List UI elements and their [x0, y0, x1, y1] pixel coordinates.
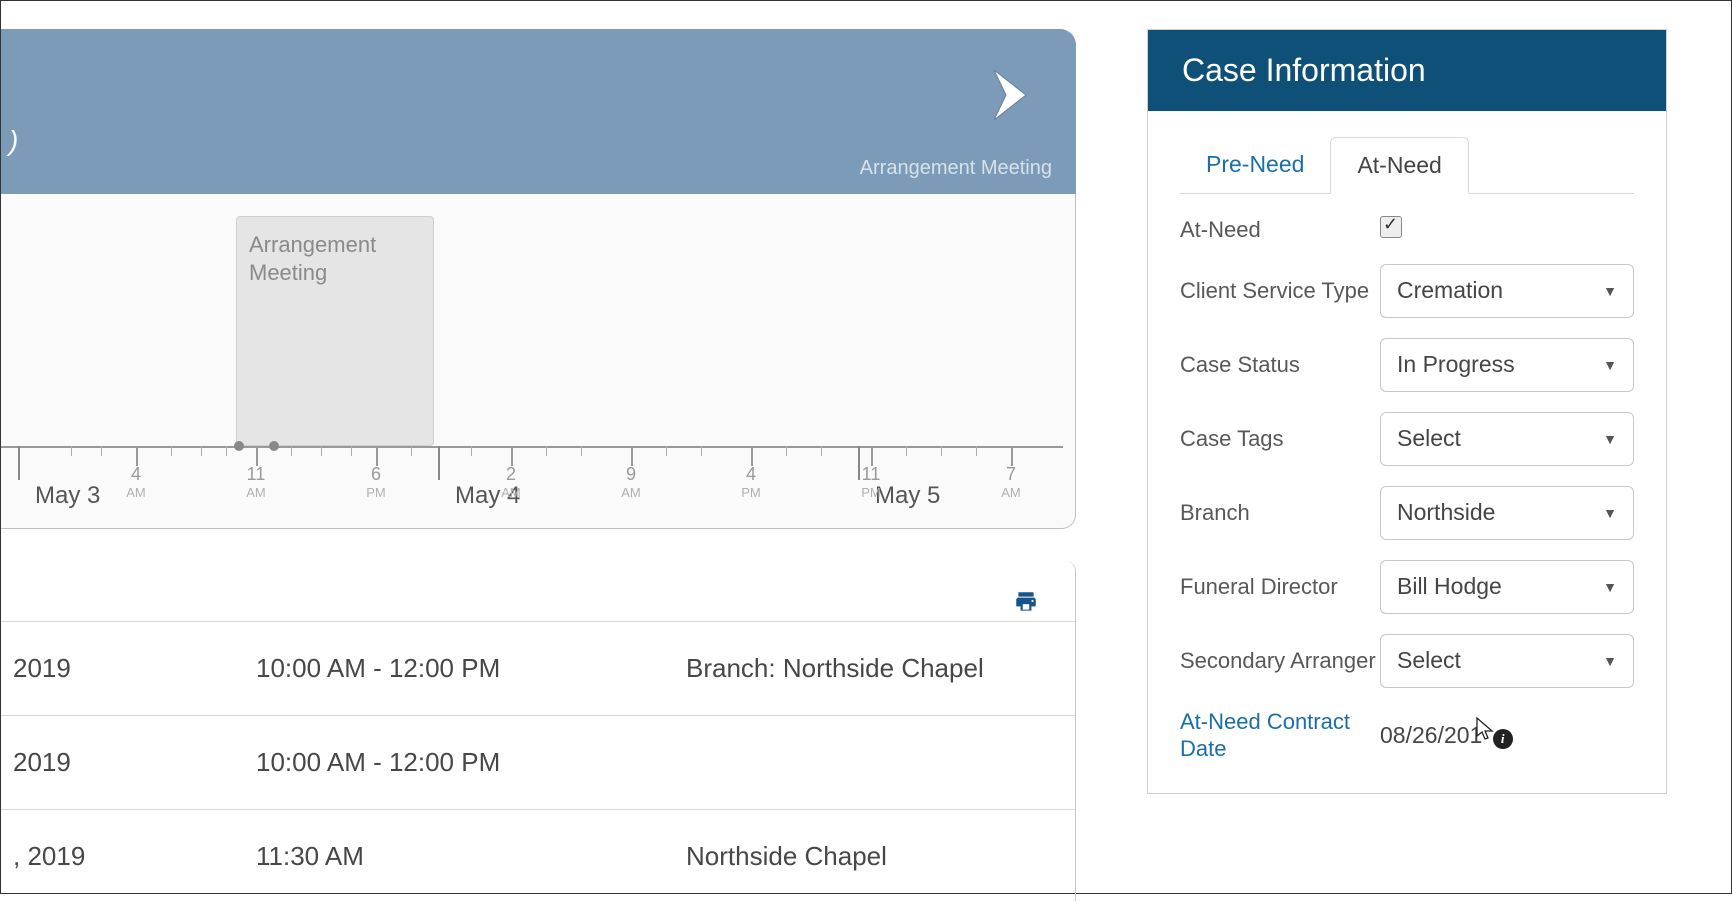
branch-select[interactable]: Northside ▼	[1380, 486, 1634, 540]
at-need-label: At-Need	[1180, 216, 1380, 244]
case-tags-select[interactable]: Select ▼	[1380, 412, 1634, 466]
panel-title: Case Information	[1148, 30, 1666, 111]
detail-date: 2019	[1, 653, 256, 684]
detail-location: Branch: Northside Chapel	[686, 653, 1075, 684]
timeline-date-label: May 3	[35, 482, 100, 510]
detail-row: 2019 10:00 AM - 12:00 PM Branch: Northsi…	[1, 621, 1075, 715]
funeral-director-select[interactable]: Bill Hodge ▼	[1380, 560, 1634, 614]
tab-pre-need[interactable]: Pre-Need	[1180, 137, 1330, 193]
chevron-down-icon: ▼	[1603, 283, 1617, 299]
secondary-arranger-label: Secondary Arranger	[1180, 647, 1380, 675]
header-truncated-text: )	[9, 125, 18, 157]
timeline-axis: May 3 May 4 May 5 4AM 11AM 6PM 2AM 9AM 4…	[1, 446, 1063, 528]
at-need-checkbox[interactable]	[1380, 216, 1402, 238]
header-next-label: Arrangement Meeting	[860, 157, 1052, 180]
chevron-down-icon: ▼	[1603, 431, 1617, 447]
detail-time: 10:00 AM - 12:00 PM	[256, 653, 686, 684]
detail-date: 2019	[1, 747, 256, 778]
next-arrow-icon[interactable]	[984, 65, 1044, 125]
info-icon[interactable]: i	[1493, 729, 1513, 749]
at-need-contract-date-value: 08/26/201 i	[1380, 722, 1513, 748]
case-status-label: Case Status	[1180, 351, 1380, 379]
cursor-icon	[1475, 716, 1495, 742]
event-details-panel: 2019 10:00 AM - 12:00 PM Branch: Northsi…	[1, 561, 1076, 901]
timeline[interactable]: Arrangement Meeting May 3 May 4 May 5 4A…	[1, 194, 1076, 529]
chevron-down-icon: ▼	[1603, 579, 1617, 595]
at-need-contract-date-label[interactable]: At-Need Contract Date	[1180, 708, 1380, 763]
detail-time: 11:30 AM	[256, 841, 686, 872]
case-tags-label: Case Tags	[1180, 425, 1380, 453]
chevron-down-icon: ▼	[1603, 505, 1617, 521]
print-icon[interactable]	[1013, 589, 1039, 615]
detail-row: 2019 10:00 AM - 12:00 PM	[1, 715, 1075, 809]
branch-label: Branch	[1180, 499, 1380, 527]
detail-date: , 2019	[1, 841, 256, 872]
timeline-event-label: Arrangement Meeting	[249, 232, 376, 285]
detail-location: Northside Chapel	[686, 841, 1075, 872]
funeral-director-label: Funeral Director	[1180, 573, 1380, 601]
timeline-event-block[interactable]: Arrangement Meeting	[236, 216, 434, 446]
case-status-select[interactable]: In Progress ▼	[1380, 338, 1634, 392]
case-information-panel: Case Information Pre-Need At-Need At-Nee…	[1147, 29, 1667, 794]
header-banner: ) Arrangement Meeting	[1, 29, 1076, 194]
chevron-down-icon: ▼	[1603, 357, 1617, 373]
client-service-type-select[interactable]: Cremation ▼	[1380, 264, 1634, 318]
tab-row: Pre-Need At-Need	[1180, 137, 1634, 194]
chevron-down-icon: ▼	[1603, 653, 1617, 669]
tab-at-need[interactable]: At-Need	[1330, 137, 1468, 194]
detail-row: , 2019 11:30 AM Northside Chapel	[1, 809, 1075, 903]
secondary-arranger-select[interactable]: Select ▼	[1380, 634, 1634, 688]
client-service-type-label: Client Service Type	[1180, 277, 1380, 305]
detail-time: 10:00 AM - 12:00 PM	[256, 747, 686, 778]
